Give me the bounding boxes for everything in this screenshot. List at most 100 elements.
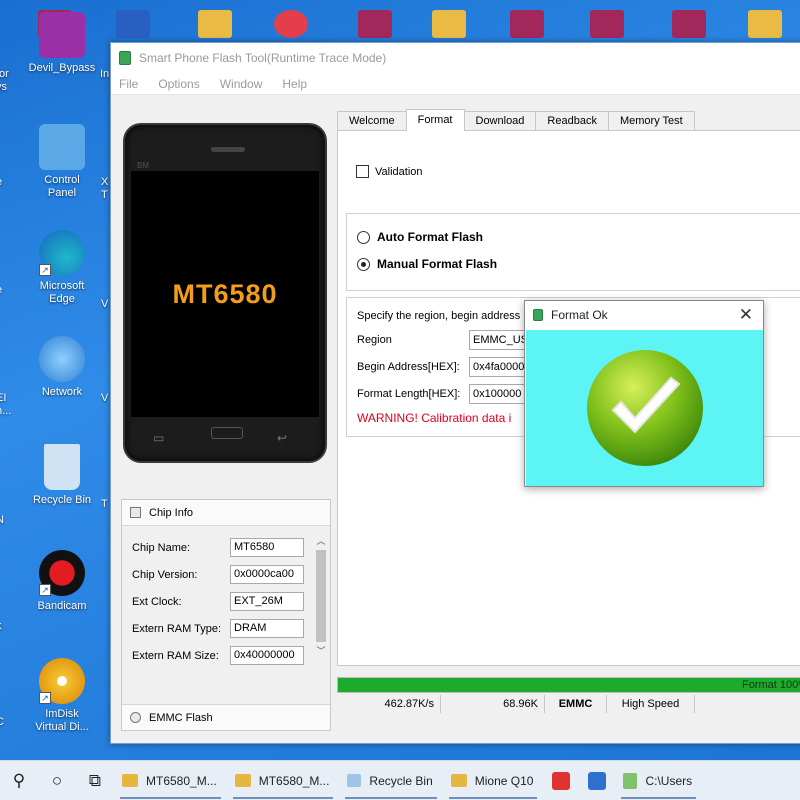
format-ok-dialog: Format Ok ✕ <box>524 300 764 487</box>
tab-download[interactable]: Download <box>463 111 537 131</box>
manual-format-label: Manual Format Flash <box>377 257 498 271</box>
taskbar-item-label: Recycle Bin <box>369 773 433 788</box>
desktop-icon-label: Microsoft Edge <box>39 280 85 305</box>
checkbox-box[interactable] <box>356 165 369 178</box>
scrollbar-thumb[interactable] <box>316 550 326 642</box>
recycle-bin-icon <box>347 774 362 787</box>
tab-memory-test[interactable]: Memory Test <box>607 111 695 131</box>
emmc-flash-title: EMMC Flash <box>149 711 213 724</box>
folder-top-icon[interactable] <box>198 10 232 38</box>
menu-help[interactable]: Help <box>282 77 307 91</box>
folder-icon <box>234 774 251 787</box>
close-icon[interactable]: ✕ <box>739 305 753 325</box>
chip-info-row: Chip Version: 0x0000ca00 <box>122 561 314 588</box>
notepad-icon <box>623 772 638 789</box>
auto-format-radio[interactable]: Auto Format Flash <box>357 230 483 244</box>
desktop-icon-bandicam[interactable]: ↗ Bandicam <box>24 550 100 613</box>
chevron-up-icon[interactable]: ︿ <box>314 534 328 548</box>
tab-format[interactable]: Format <box>405 109 465 131</box>
taskbar-item-mt6580-2[interactable]: MT6580_M... <box>227 761 340 800</box>
menu-options[interactable]: Options <box>158 77 199 91</box>
tab-welcome[interactable]: Welcome <box>337 111 407 131</box>
winrar-top-icon-2[interactable] <box>358 10 392 38</box>
chip-info-header[interactable]: Chip Info <box>122 500 330 526</box>
folder-top-icon-3[interactable] <box>748 10 782 38</box>
auto-format-label: Auto Format Flash <box>377 230 484 244</box>
chip-info-value[interactable]: 0x0000ca00 <box>230 565 304 584</box>
region-label: Region <box>357 334 392 346</box>
chip-info-value[interactable]: DRAM <box>230 619 304 638</box>
begin-address-label: Begin Address[HEX]: <box>357 361 460 373</box>
edge-icon: ↗ <box>39 230 85 276</box>
shortcut-arrow-icon: ↗ <box>39 584 51 596</box>
flash-tool-app-icon <box>119 51 131 65</box>
radio-button-selected[interactable] <box>357 257 370 271</box>
calibration-warning: WARNING! Calibration data i <box>357 411 512 425</box>
menu-file[interactable]: File <box>119 77 138 91</box>
status-bar: 462.87K/s 68.96K EMMC High Speed <box>337 695 800 713</box>
region-row: Region EMMC_USE <box>357 330 539 350</box>
chip-info-value[interactable]: 0x40000000 <box>230 646 304 665</box>
phone-screen: MT6580 <box>131 171 319 417</box>
winrar-top-icon-4[interactable] <box>590 10 624 38</box>
music-top-icon[interactable] <box>274 10 308 38</box>
chip-info-key: Chip Name: <box>132 541 191 554</box>
folder-icon <box>122 774 138 787</box>
taskbar-item-mt6580-1[interactable]: MT6580_M... <box>114 761 227 800</box>
taskbar-item-mione-q10[interactable]: Mione Q10 <box>443 761 544 800</box>
chip-info-value[interactable]: MT6580 <box>230 538 304 557</box>
desktop-icon-label: Recycle Bin <box>32 494 92 506</box>
folder-top-icon-2[interactable] <box>432 10 466 38</box>
emmc-flash-header[interactable]: EMMC Flash <box>122 704 330 730</box>
search-icon[interactable]: ⚲ <box>0 771 38 791</box>
status-size: 68.96K <box>441 695 545 713</box>
manual-format-description: Specify the region, begin address <box>357 310 521 322</box>
control-panel-icon <box>39 124 85 170</box>
validation-checkbox[interactable]: Validation <box>356 165 423 178</box>
desktop-icon-imdisk[interactable]: ↗ ImDisk Virtual Di... <box>24 658 100 734</box>
chip-info-key: Chip Version: <box>132 568 198 581</box>
tab-readback[interactable]: Readback <box>535 111 609 131</box>
chip-info-panel: Chip Info Chip Name: MT6580 Chip Version… <box>121 499 331 731</box>
cortana-icon[interactable]: ○ <box>38 771 76 791</box>
app-top-icon[interactable] <box>116 10 150 38</box>
gear-icon <box>130 712 141 723</box>
desktop-partial-label: T <box>101 498 108 510</box>
validation-label: Validation <box>375 165 423 178</box>
taskbar-item-label: C:\Users <box>645 773 693 788</box>
menu-window[interactable]: Window <box>220 77 263 91</box>
window-titlebar[interactable]: Smart Phone Flash Tool(Runtime Trace Mod… <box>111 43 800 73</box>
phone-speaker <box>211 147 245 152</box>
desktop-icon-network[interactable]: Network <box>24 336 100 399</box>
status-storage: EMMC <box>545 695 607 713</box>
task-view-icon[interactable]: ⧉ <box>76 771 114 791</box>
dialog-app-icon <box>533 309 543 321</box>
desktop-partial-label: EI n... <box>0 392 12 417</box>
taskbar-item-recycle-bin[interactable]: Recycle Bin <box>339 761 442 800</box>
window-title: Smart Phone Flash Tool(Runtime Trace Mod… <box>139 51 387 65</box>
bandicam-icon: ↗ <box>39 550 85 596</box>
winrar-top-icon-5[interactable] <box>672 10 706 38</box>
chevron-down-icon[interactable]: ﹀ <box>314 644 328 658</box>
chip-info-icon <box>130 507 141 518</box>
bandicam-taskbar-icon[interactable] <box>552 771 571 790</box>
desktop-icon-devil-bypass[interactable]: Devil_Bypass <box>24 12 100 75</box>
chip-info-rows: Chip Name: MT6580 Chip Version: 0x0000ca… <box>122 534 314 669</box>
dialog-titlebar[interactable]: Format Ok <box>525 301 763 329</box>
desktop-icon-label: Network <box>41 386 83 398</box>
winrar-top-icon-3[interactable] <box>510 10 544 38</box>
desktop-partial-label: V <box>101 392 109 404</box>
desktop-partial-label: k <box>0 620 16 633</box>
chip-info-row: Ext Clock: EXT_26M <box>122 588 314 615</box>
settings-taskbar-icon[interactable] <box>588 771 607 790</box>
chip-info-scrollbar[interactable]: ︿ ﹀ <box>314 534 328 682</box>
imdisk-icon: ↗ <box>39 658 85 704</box>
radio-button[interactable] <box>357 230 370 244</box>
taskbar-item-label: MT6580_M... <box>146 773 217 788</box>
manual-format-radio[interactable]: Manual Format Flash <box>357 257 497 271</box>
desktop-icon-control-panel[interactable]: Control Panel <box>24 124 100 200</box>
desktop-icon-recycle-bin[interactable]: Recycle Bin <box>24 444 100 507</box>
taskbar-item-notepad[interactable]: C:\Users <box>615 761 702 800</box>
chip-info-value[interactable]: EXT_26M <box>230 592 304 611</box>
desktop-icon-microsoft-edge[interactable]: ↗ Microsoft Edge <box>24 230 100 306</box>
